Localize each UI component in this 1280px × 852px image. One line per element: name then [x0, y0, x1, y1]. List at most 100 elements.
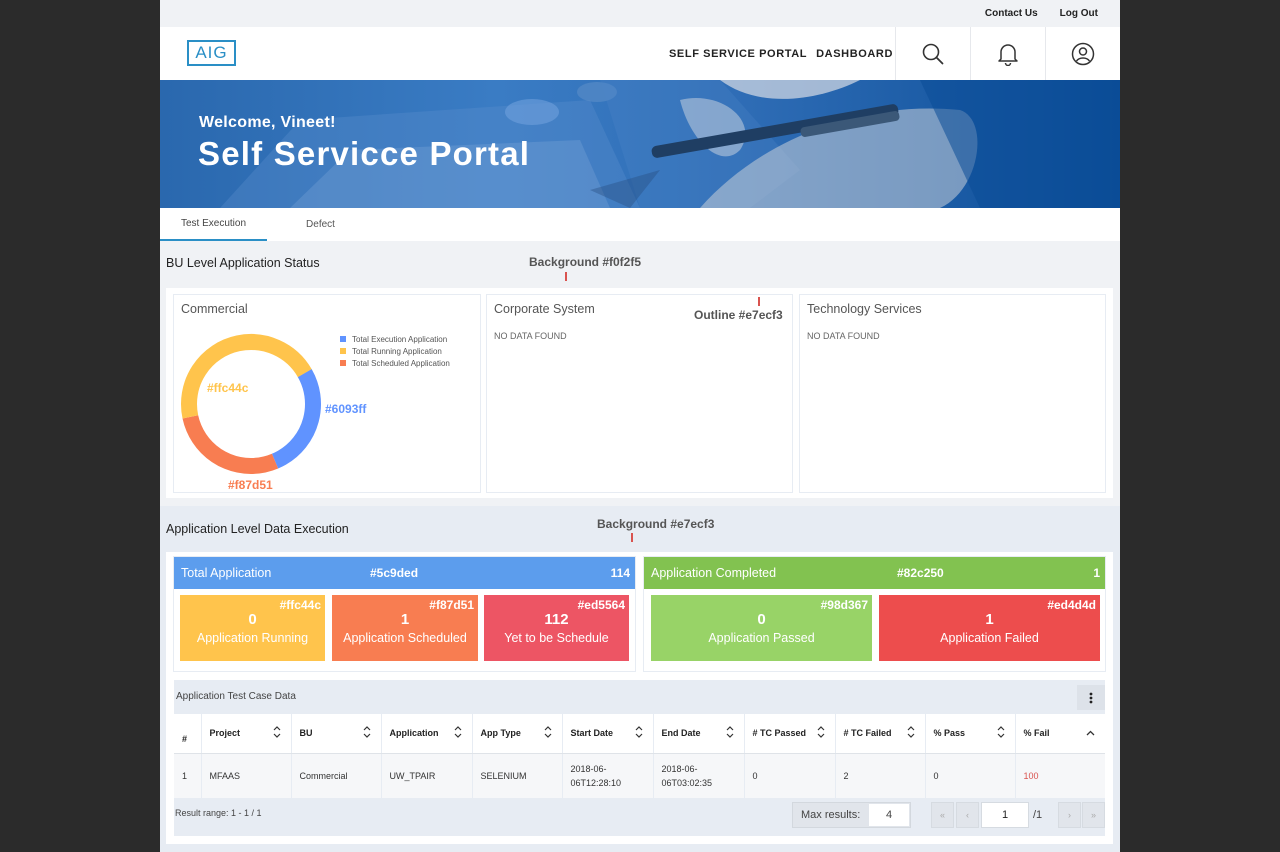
tile-application-running[interactable]: #ffc44c 0 Application Running: [180, 595, 325, 661]
panel-color-annotation: #82c250: [897, 566, 944, 580]
column-header-project[interactable]: Project: [201, 714, 292, 754]
column-header-application[interactable]: Application: [381, 714, 473, 754]
sort-icon: [726, 726, 734, 740]
page-total: /1: [1033, 809, 1043, 821]
bu-cards-container: Commercial Total Execution Application T…: [166, 288, 1113, 498]
tab-defect[interactable]: Defect: [267, 208, 374, 241]
cell-start-date: 2018-06-06T12:28:10: [562, 753, 654, 798]
column-header-bu[interactable]: BU: [291, 714, 382, 754]
panel-title: Application Completed: [651, 566, 777, 580]
application-completed-panel: Application Completed #82c250 1 #98d367 …: [643, 556, 1106, 672]
cell-tc-passed: 0: [744, 753, 836, 798]
max-results-label: Max results:: [801, 809, 861, 821]
notifications-button[interactable]: [970, 27, 1045, 80]
column-header-tc-failed[interactable]: # TC Failed: [835, 714, 926, 754]
max-results-control: Max results: 4: [792, 802, 911, 828]
bu-card-title: Commercial: [181, 302, 248, 316]
user-icon: [1071, 42, 1095, 65]
column-header-end-date[interactable]: End Date: [653, 714, 745, 754]
tile-yet-to-be-schedule[interactable]: #ed5564 112 Yet to be Schedule: [484, 595, 629, 661]
nav-self-service-portal[interactable]: SELF SERVICE PORTAL: [669, 48, 807, 60]
cell-end-date: 2018-06-06T03:02:35: [653, 753, 745, 798]
tile-label: Yet to be Schedule: [504, 631, 609, 645]
bu-card-technology-services: Technology Services NO DATA FOUND: [799, 294, 1106, 493]
legend-swatch: [340, 336, 346, 342]
table-options-button[interactable]: [1077, 685, 1105, 710]
last-page-button[interactable]: »: [1082, 802, 1105, 828]
bu-section-title: BU Level Application Status: [166, 256, 320, 270]
no-data-message: NO DATA FOUND: [494, 331, 567, 341]
hero-banner: Welcome, Vineet! Self Servicce Portal: [160, 80, 1120, 208]
bu-card-title: Technology Services: [807, 302, 922, 316]
total-application-panel: Total Application #5c9ded 114 #ffc44c 0 …: [173, 556, 636, 672]
last-page-icon: »: [1090, 810, 1096, 820]
log-out-link[interactable]: Log Out: [1060, 8, 1098, 19]
panel-title: Total Application: [181, 566, 272, 580]
legend-label: Total Scheduled Application: [352, 358, 450, 368]
sort-icon: [454, 726, 462, 740]
column-header-app-type[interactable]: App Type: [472, 714, 563, 754]
aig-logo[interactable]: AIG: [187, 40, 236, 66]
profile-button[interactable]: [1045, 27, 1120, 80]
tile-color-annotation: #98d367: [820, 598, 868, 612]
outline-annotation: Outline #e7ecf3: [694, 308, 783, 322]
search-icon: [922, 43, 944, 64]
sort-ascending-icon: [1086, 728, 1095, 738]
tile-application-passed[interactable]: #98d367 0 Application Passed: [651, 595, 872, 661]
tile-value: 0: [757, 611, 766, 628]
prev-page-button[interactable]: ‹: [956, 802, 979, 828]
table-footer: Result range: 1 - 1 / 1 Max results: 4 «…: [174, 798, 1105, 836]
tile-application-scheduled[interactable]: #f87d51 1 Application Scheduled: [332, 595, 478, 661]
utility-bar: Contact Us Log Out: [160, 0, 1120, 27]
table-header-row: # Project BU Application App Type Start …: [174, 714, 1105, 754]
search-button[interactable]: [895, 27, 970, 80]
column-header-start-date[interactable]: Start Date: [562, 714, 654, 754]
total-application-header: Total Application #5c9ded 114: [174, 557, 635, 589]
legend-swatch: [340, 348, 346, 354]
tab-bar: Test Execution Defect: [160, 208, 1120, 241]
tile-label: Application Failed: [940, 631, 1039, 645]
app-section-title: Application Level Data Execution: [166, 522, 349, 536]
bu-card-corporate-system: Corporate System NO DATA FOUND Outline #…: [486, 294, 793, 493]
column-header-tc-passed[interactable]: # TC Passed: [744, 714, 836, 754]
prev-page-icon: ‹: [966, 810, 969, 820]
legend-swatch: [340, 360, 346, 366]
contact-us-link[interactable]: Contact Us: [985, 8, 1038, 19]
donut-label-blue: #6093ff: [325, 402, 367, 416]
nav-dashboard[interactable]: DASHBOARD: [816, 48, 893, 60]
sort-icon: [635, 726, 643, 740]
tile-application-failed[interactable]: #ed4d4d 1 Application Failed: [879, 595, 1100, 661]
tab-test-execution[interactable]: Test Execution: [160, 208, 267, 241]
column-header-pass-pct[interactable]: % Pass: [925, 714, 1016, 754]
tile-color-annotation: #ed4d4d: [1047, 598, 1096, 612]
cell-project: MFAAS: [201, 753, 292, 798]
page-number-input[interactable]: 1: [981, 802, 1029, 828]
welcome-text: Welcome, Vineet!: [199, 114, 336, 131]
panel-count: 114: [610, 566, 630, 580]
banner-title: Self Servicce Portal: [198, 135, 531, 172]
sort-icon: [544, 726, 552, 740]
sort-icon: [997, 726, 1005, 740]
tile-value: 0: [248, 611, 257, 628]
legend-item: Total Scheduled Application: [340, 357, 450, 369]
column-header-fail-pct[interactable]: % Fail: [1015, 714, 1105, 754]
cell-tc-failed: 2: [835, 753, 926, 798]
tile-value: 1: [985, 611, 994, 628]
first-page-button[interactable]: «: [931, 802, 954, 828]
sort-icon: [273, 726, 281, 740]
tile-label: Application Passed: [708, 631, 815, 645]
cell-bu: Commercial: [291, 753, 382, 798]
panel-color-annotation: #5c9ded: [370, 566, 419, 580]
next-page-icon: ›: [1068, 810, 1071, 820]
tile-color-annotation: #f87d51: [429, 598, 474, 612]
max-results-input[interactable]: 4: [869, 804, 909, 826]
legend-item: Total Execution Application: [340, 333, 450, 345]
table-row[interactable]: 1 MFAAS Commercial UW_TPAIR SELENIUM 201…: [174, 753, 1105, 798]
cell-fail-pct: 100: [1015, 753, 1105, 798]
tile-label: Application Scheduled: [343, 631, 467, 645]
next-page-button[interactable]: ›: [1058, 802, 1081, 828]
application-section: Application Level Data Execution Backgro…: [160, 506, 1120, 852]
commercial-donut-chart: [177, 330, 324, 477]
donut-slice-total-running-application[interactable]: [177, 330, 324, 477]
header: AIG SELF SERVICE PORTAL DASHBOARD: [160, 27, 1120, 80]
